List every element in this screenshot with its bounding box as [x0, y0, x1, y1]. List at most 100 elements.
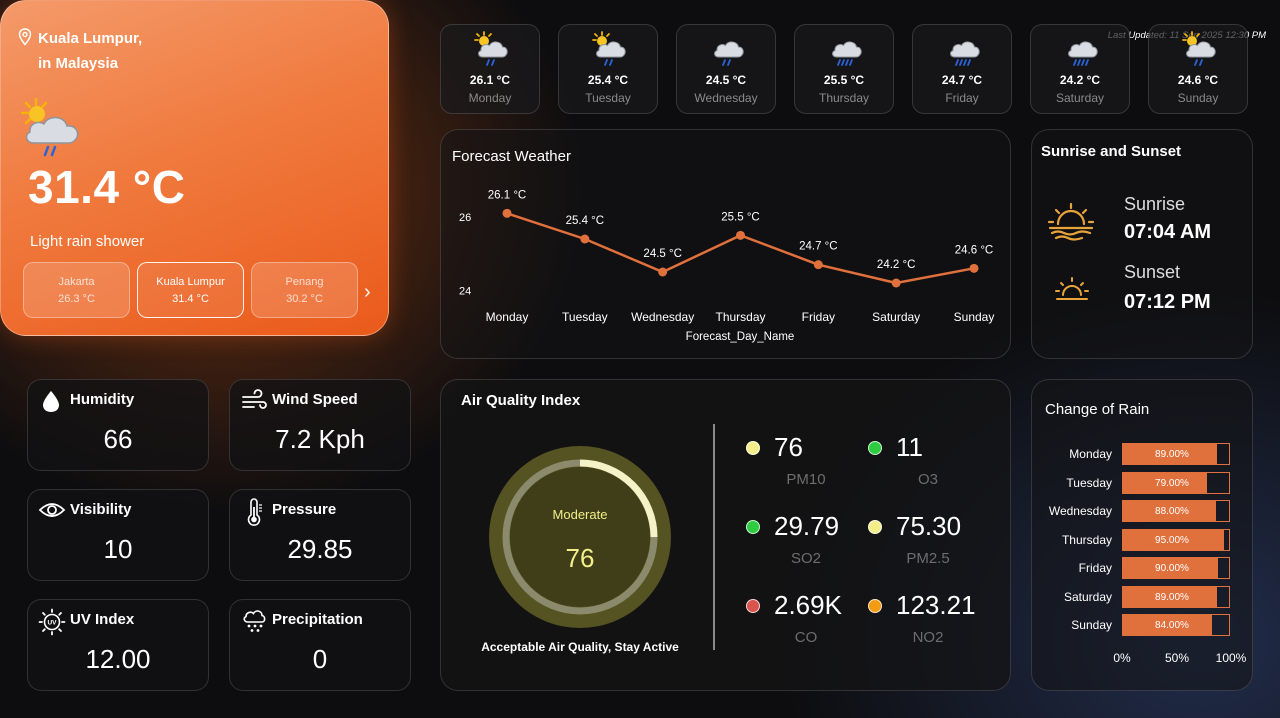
visibility-label: Visibility	[70, 501, 132, 518]
rain-bar-label: 88.00%	[1155, 506, 1189, 517]
rain-bar-row: Friday 90.00%	[1002, 557, 1232, 579]
forecast-panel: Forecast Weather 26 24 26.1 °C Monday 25.4 °…	[440, 129, 1011, 359]
rain-bar-chart: Monday 89.00% Tuesday 79.00% Wednesday 88.00%…	[1002, 443, 1232, 643]
city-option-temp: 30.2 °C	[286, 293, 323, 305]
day-card-tuesday[interactable]: 25.4 °C Tuesday	[558, 24, 658, 114]
day-card-friday[interactable]: 24.7 °C Friday	[912, 24, 1012, 114]
rain-bar-track: 90.00%	[1122, 557, 1230, 579]
rain-bar-track: 84.00%	[1122, 614, 1230, 636]
day-temp: 24.2 °C	[1059, 73, 1101, 87]
aqi-so2-label: SO2	[790, 550, 821, 567]
day-card-wednesday[interactable]: 24.5 °C Wednesday	[676, 24, 776, 114]
sunrise-time: 07:04 AM	[1124, 221, 1212, 243]
sunset-icon	[1055, 277, 1089, 300]
city-name: Kuala Lumpur,	[38, 30, 143, 47]
forecast-data-label: 24.5 °C	[643, 248, 681, 260]
rain-bar-row: Sunday 84.00%	[1002, 614, 1232, 636]
visibility-card: Visibility 10	[27, 489, 209, 581]
forecast-x-tick: Friday	[802, 310, 835, 324]
forecast-point[interactable]	[969, 263, 979, 273]
rain-bar-track: 88.00%	[1122, 500, 1230, 522]
rain-bar-track: 79.00%	[1122, 471, 1230, 494]
uv-index-value: 12.00	[85, 644, 151, 674]
forecast-line-chart: 26 24 26.1 °C Monday 25.4 °C Tuesday 24.5 °C We…	[459, 189, 994, 343]
day-temp: 25.5 °C	[823, 73, 865, 87]
forecast-data-label: 25.4 °C	[566, 215, 604, 227]
forecast-x-tick: Thursday	[715, 310, 765, 324]
city-option-kuala-lumpur[interactable]: Kuala Lumpur 31.4 °C	[137, 262, 244, 318]
aqi-co-value: 2.69K	[774, 590, 842, 620]
day-temp: 24.5 °C	[705, 73, 747, 87]
forecast-point[interactable]	[658, 267, 668, 277]
forecast-point[interactable]	[813, 260, 823, 270]
sun-panel: Sunrise and Sunset Sunrise 07:04 AM Suns…	[1031, 129, 1253, 359]
aqi-pm10-value: 76	[774, 432, 803, 462]
rain-bar-row: Wednesday 88.00%	[1002, 500, 1232, 522]
wind-speed-card: Wind Speed 7.2 Kph	[229, 379, 411, 471]
wind-speed-value: 7.2 Kph	[275, 424, 365, 454]
rain-bar-track: 89.00%	[1122, 585, 1230, 608]
aqi-so2-value: 29.79	[774, 511, 840, 541]
rain-x-tick: 100%	[1215, 651, 1247, 665]
day-temp: 25.4 °C	[587, 73, 629, 87]
aqi-status: Moderate	[552, 507, 608, 522]
rain-bar-row: Tuesday 79.00%	[1002, 471, 1232, 494]
rain-cloud-icon	[243, 610, 266, 632]
svg-text:UV: UV	[47, 620, 57, 627]
aqi-no2-label: NO2	[912, 629, 944, 646]
forecast-data-label: 24.6 °C	[955, 244, 993, 256]
chevron-right-icon[interactable]: ›	[364, 281, 371, 304]
sun-cloud-rain-icon	[1182, 31, 1216, 66]
sunrise-label: Sunrise	[1124, 194, 1186, 214]
cloud-heavy-rain-icon	[950, 41, 980, 66]
aqi-status-dot	[746, 441, 760, 455]
sunrise-icon	[1047, 202, 1095, 241]
aqi-status-dot	[746, 599, 760, 613]
humidity-label: Humidity	[70, 391, 135, 408]
day-name: Thursday	[818, 91, 870, 105]
rain-day-label: Tuesday	[1066, 475, 1112, 490]
cloud-heavy-rain-icon	[1068, 41, 1098, 66]
forecast-y-tick: 26	[459, 212, 471, 224]
aqi-value: 76	[565, 543, 595, 573]
aqi-gauge	[489, 446, 671, 628]
aqi-status-dot	[868, 599, 882, 613]
forecast-data-label: 24.2 °C	[877, 259, 915, 271]
cloud-rain-icon	[714, 41, 744, 66]
aqi-title: Air Quality Index	[461, 392, 581, 409]
sun-title: Sunrise and Sunset	[1041, 143, 1182, 160]
day-temp: 24.7 °C	[941, 73, 983, 87]
humidity-value: 66	[103, 424, 133, 454]
cloud-heavy-rain-icon	[832, 41, 862, 66]
thermometer-icon	[247, 498, 262, 526]
current-temperature: 31.4 °C	[28, 161, 186, 213]
rain-bar-row: Saturday 89.00%	[1002, 585, 1232, 608]
rain-bar-label: 89.00%	[1155, 591, 1189, 603]
aqi-status-dot	[868, 441, 882, 455]
forecast-data-label: 24.7 °C	[799, 241, 837, 253]
sun-cloud-rain-icon	[592, 31, 626, 66]
eye-icon	[38, 503, 66, 517]
day-name: Saturday	[1055, 91, 1105, 105]
location-card: Kuala Lumpur, in Malaysia Last Updated: …	[0, 0, 1266, 336]
forecast-point[interactable]	[891, 278, 901, 288]
city-option-jakarta[interactable]: Jakarta 26.3 °C	[23, 262, 130, 318]
day-card-monday[interactable]: 26.1 °C Monday	[440, 24, 540, 114]
day-card-sunday[interactable]: 24.6 °C Sunday	[1148, 24, 1248, 114]
forecast-point[interactable]	[736, 230, 745, 240]
day-card-thursday[interactable]: 25.5 °C Thursday	[794, 24, 894, 114]
sun-cloud-rain-icon	[474, 31, 508, 66]
rain-bar-label: 79.00%	[1155, 477, 1189, 489]
aqi-no2-value: 123.21	[896, 590, 976, 620]
aqi-pm25-label: PM2.5	[906, 550, 950, 567]
aqi-pm10-label: PM10	[786, 471, 826, 488]
forecast-point[interactable]	[502, 208, 512, 218]
rain-bar-track: 95.00%	[1122, 528, 1230, 551]
city-option-penang[interactable]: Penang 30.2 °C	[251, 262, 358, 318]
sunset-label: Sunset	[1124, 262, 1181, 282]
aqi-status-dot	[868, 520, 882, 534]
rain-day-label: Sunday	[1071, 618, 1112, 632]
uv-sun-icon: UV	[38, 608, 66, 636]
forecast-point[interactable]	[580, 234, 590, 244]
day-card-saturday[interactable]: 24.2 °C Saturday	[1030, 24, 1130, 114]
